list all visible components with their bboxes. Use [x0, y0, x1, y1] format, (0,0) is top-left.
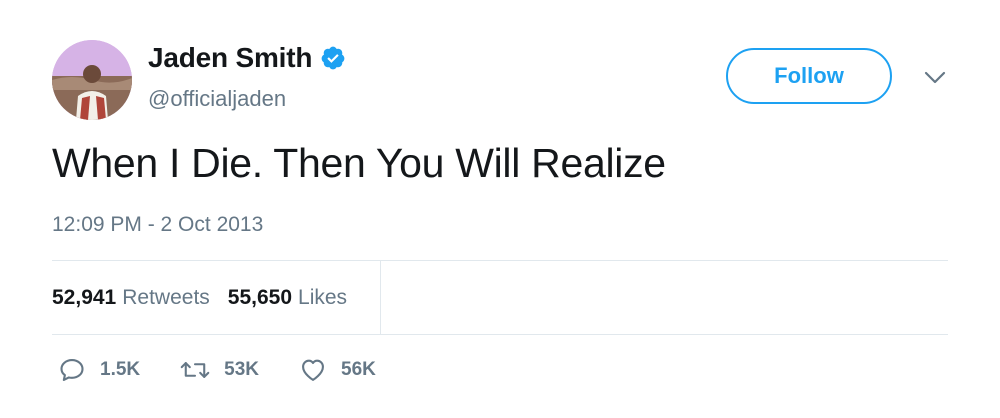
like-button[interactable]: 56K	[299, 356, 376, 384]
likes-stat[interactable]: 55,650 Likes	[228, 286, 347, 310]
like-count: 56K	[341, 359, 376, 380]
reply-button[interactable]: 1.5K	[58, 356, 140, 384]
retweet-button[interactable]: 53K	[180, 356, 259, 384]
tweet-stats: 52,941 Retweets 55,650 Likes	[52, 286, 347, 310]
follow-button[interactable]: Follow	[726, 48, 892, 104]
divider	[52, 334, 948, 335]
retweet-icon	[180, 356, 210, 384]
tweet-text: When I Die. Then You Will Realize	[52, 140, 666, 186]
chevron-down-icon[interactable]	[922, 68, 948, 88]
reply-count: 1.5K	[100, 359, 141, 380]
retweets-count: 52,941	[52, 286, 117, 309]
user-name-row[interactable]: Jaden Smith	[148, 42, 346, 74]
verified-badge-icon	[320, 45, 346, 71]
user-name[interactable]: Jaden Smith	[148, 42, 312, 74]
heart-icon	[299, 356, 327, 384]
divider-vertical	[380, 260, 381, 334]
reply-icon	[58, 356, 86, 384]
retweet-count: 53K	[224, 359, 259, 380]
retweets-stat[interactable]: 52,941 Retweets	[52, 286, 210, 310]
tweet-actions: 1.5K 53K 56K	[58, 356, 416, 384]
avatar[interactable]	[52, 40, 132, 120]
divider	[52, 260, 948, 261]
retweets-label: Retweets	[122, 286, 210, 309]
tweet-timestamp[interactable]: 12:09 PM - 2 Oct 2013	[52, 213, 263, 237]
likes-count: 55,650	[227, 286, 293, 309]
likes-label: Likes	[298, 286, 348, 309]
user-handle[interactable]: @officialjaden	[148, 86, 286, 112]
